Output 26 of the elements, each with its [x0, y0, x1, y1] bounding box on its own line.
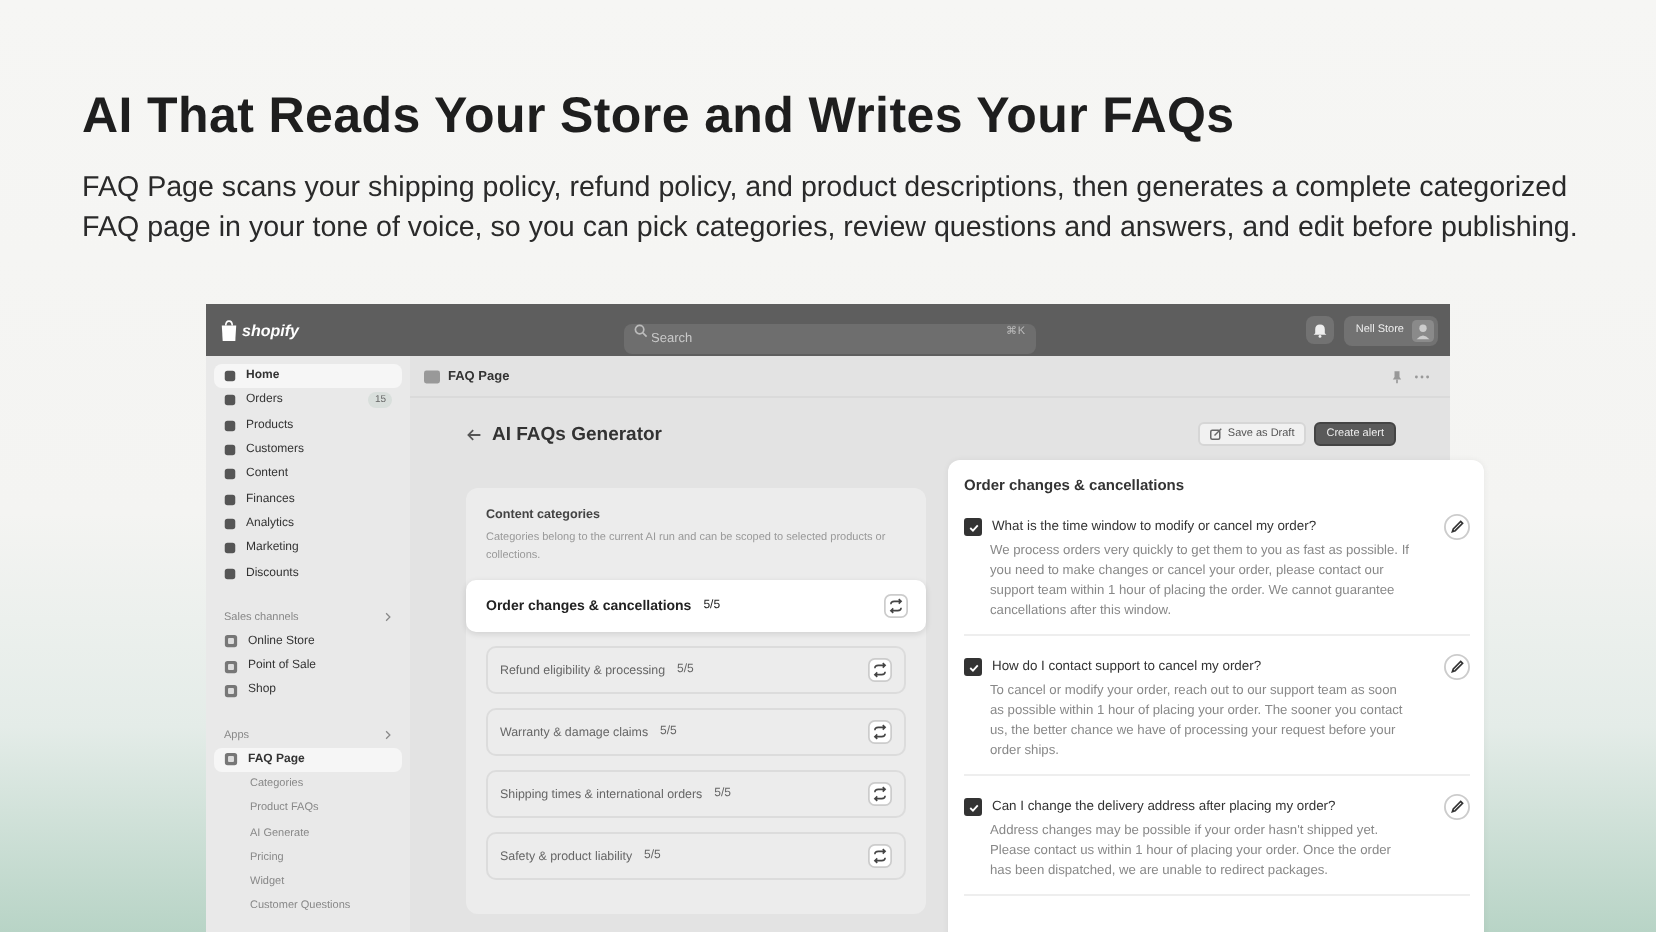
pencil-icon[interactable]: [1444, 794, 1470, 820]
refresh-icon[interactable]: [868, 844, 892, 868]
checkbox[interactable]: [964, 518, 982, 536]
description: FAQ Page scans your shipping policy, refund policy, and product descriptions, then generates a complete categorized FAQ page in your tone of voice, so you can pick categories, review questions and answers, and edit before publishing.: [82, 170, 1580, 248]
page-title: AI FAQs Generator: [492, 423, 662, 445]
back-arrow-icon[interactable]: [466, 427, 482, 441]
bell-icon: [1311, 322, 1328, 338]
avatar-icon: [1412, 319, 1434, 341]
refresh-icon[interactable]: [868, 658, 892, 682]
checkbox[interactable]: [964, 658, 982, 676]
pencil-icon[interactable]: [1444, 654, 1470, 680]
app-icon: [224, 752, 238, 767]
chevron-right-icon[interactable]: [384, 612, 392, 623]
headline: AI That Reads Your Store and Writes Your FAQs: [82, 88, 1237, 146]
app-icon: [424, 369, 440, 383]
checkbox[interactable]: [964, 798, 982, 816]
search-icon: [633, 323, 647, 337]
notifications-button[interactable]: [1305, 316, 1334, 344]
draft-icon: [1209, 428, 1222, 440]
shopping-bag-icon: [220, 319, 238, 341]
refresh-icon[interactable]: [884, 594, 908, 618]
pencil-icon[interactable]: [1444, 514, 1470, 540]
refresh-icon[interactable]: [868, 720, 892, 744]
refresh-icon[interactable]: [868, 782, 892, 806]
chevron-right-icon[interactable]: [384, 730, 392, 741]
logo-text: shopify: [242, 321, 299, 339]
